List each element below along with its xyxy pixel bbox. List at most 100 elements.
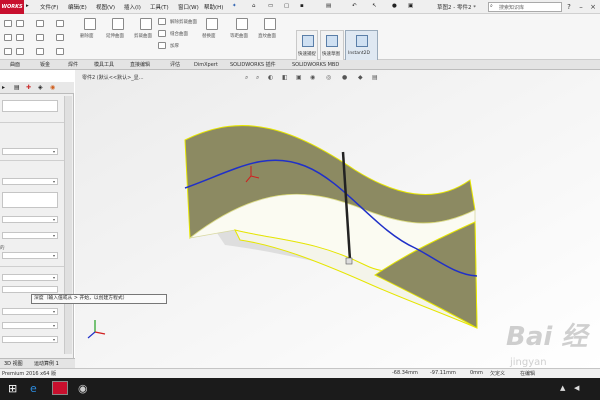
- undo-icon[interactable]: ↶: [352, 3, 357, 9]
- tab-direct-editing[interactable]: 直接编辑: [128, 61, 152, 70]
- surface-tool-icon[interactable]: [56, 34, 64, 41]
- panel-dropdown[interactable]: ▾: [2, 336, 58, 343]
- surface-tool-icon[interactable]: [36, 48, 44, 55]
- new-file-icon[interactable]: ▭: [268, 3, 273, 9]
- tab-weldments[interactable]: 焊件: [66, 61, 80, 70]
- previous-view-icon[interactable]: ◐: [268, 74, 273, 81]
- delete-face-icon[interactable]: [84, 18, 96, 30]
- menu-file[interactable]: 文件(F): [40, 3, 58, 11]
- panel-dropdown[interactable]: ▾: [2, 274, 58, 281]
- tab-dimxpert[interactable]: DimXpert: [192, 61, 220, 70]
- save-icon[interactable]: ▪: [300, 3, 304, 9]
- offset-surface-icon[interactable]: [236, 18, 248, 30]
- chevron-down-icon: ▾: [52, 309, 55, 314]
- edge-browser-icon[interactable]: e: [30, 382, 37, 395]
- tab-3d-view[interactable]: 3D 视图: [4, 360, 23, 367]
- chevron-down-icon: ▾: [52, 179, 55, 184]
- panel-dropdown[interactable]: ▾: [2, 308, 58, 315]
- baidu-watermark-sub: jingyan: [510, 357, 547, 368]
- depth-field[interactable]: [2, 286, 58, 293]
- surface-tool-icon[interactable]: [56, 48, 64, 55]
- menu-view[interactable]: 视图(V): [96, 3, 115, 11]
- panel-dropdown[interactable]: ▾: [2, 178, 58, 185]
- zoom-area-icon[interactable]: ⌕: [256, 74, 259, 82]
- surface-tool-icon[interactable]: [16, 20, 24, 27]
- replace-face-icon[interactable]: [206, 18, 218, 30]
- menu-help[interactable]: 帮助(H): [204, 3, 223, 11]
- windows-taskbar: ⊞ e ◉ ▲ ◀: [0, 378, 600, 400]
- ruled-surface-icon[interactable]: [264, 18, 276, 30]
- panel-dropdown[interactable]: ▾: [2, 322, 58, 329]
- chevron-down-icon: ▾: [52, 149, 55, 154]
- surface-tool-icon[interactable]: [36, 34, 44, 41]
- surface-tool-icon[interactable]: [4, 48, 12, 55]
- menu-window[interactable]: 窗口(W): [178, 3, 199, 11]
- tray-icon[interactable]: ▲: [560, 384, 565, 392]
- trim-surface-icon[interactable]: [140, 18, 152, 30]
- tab-solidworks-addins[interactable]: SOLIDWORKS 插件: [228, 61, 278, 70]
- menu-edit[interactable]: 编辑(E): [68, 3, 87, 11]
- tab-surface[interactable]: 曲面: [8, 61, 22, 70]
- panel-dropdown[interactable]: ▾: [2, 148, 58, 155]
- chevron-down-icon: ▾: [52, 275, 55, 280]
- volume-icon[interactable]: ◀: [574, 384, 579, 392]
- surface-tool-icon[interactable]: [4, 20, 12, 27]
- menu-tools[interactable]: 工具(T): [150, 3, 169, 11]
- minimize-icon[interactable]: –: [576, 2, 586, 12]
- knit-surface-icon[interactable]: [158, 30, 166, 37]
- surface-tool-icon[interactable]: [4, 34, 12, 41]
- display-manager-icon[interactable]: ◉: [50, 84, 55, 91]
- untrim-surface-icon[interactable]: [158, 18, 166, 25]
- surface-tool-icon[interactable]: [36, 20, 44, 27]
- edition-label: Premium 2016 x64 版: [2, 371, 57, 377]
- options-icon[interactable]: ▣: [408, 3, 413, 9]
- section-view-icon[interactable]: ◧: [282, 74, 288, 81]
- surface-tool-icon[interactable]: [16, 34, 24, 41]
- configuration-manager-icon[interactable]: ✚: [26, 84, 31, 91]
- pin-icon[interactable]: ✦: [232, 3, 237, 9]
- rebuild-icon[interactable]: ●: [392, 3, 397, 9]
- windows-start-icon[interactable]: ⊞: [8, 382, 17, 395]
- tab-evaluate[interactable]: 评估: [168, 61, 182, 70]
- selection-box[interactable]: [2, 192, 58, 208]
- hide-show-icon[interactable]: ◎: [326, 74, 331, 81]
- menu-insert[interactable]: 插入(I): [124, 3, 141, 11]
- open-file-icon[interactable]: ▢: [284, 3, 289, 9]
- chevron-down-icon: ▾: [52, 233, 55, 238]
- dimxpert-manager-icon[interactable]: ◈: [38, 84, 43, 91]
- view-orientation-icon[interactable]: ▣: [296, 74, 302, 81]
- feature-tree-breadcrumb[interactable]: 零件2 (默认<<默认>_显...: [82, 74, 144, 81]
- select-arrow-icon[interactable]: ↖: [372, 3, 377, 9]
- tab-sheetmetal[interactable]: 钣金: [38, 61, 52, 70]
- panel-scrollbar[interactable]: [64, 96, 72, 354]
- panel-dropdown[interactable]: ▾: [2, 232, 58, 239]
- panel-field[interactable]: [2, 100, 58, 112]
- tab-solidworks-mbd[interactable]: SOLIDWORKS MBD: [290, 61, 341, 70]
- close-icon[interactable]: ×: [588, 2, 598, 12]
- chevron-down-icon: ▾: [52, 337, 55, 342]
- print-icon[interactable]: ▤: [326, 3, 331, 9]
- extend-surface-icon[interactable]: [112, 18, 124, 30]
- tab-motion-study[interactable]: 运动算例 1: [34, 360, 59, 367]
- zoom-fit-icon[interactable]: ⌕: [245, 74, 248, 82]
- view-settings-icon[interactable]: ▤: [372, 74, 378, 81]
- panel-separator: [0, 160, 64, 161]
- command-manager-ribbon: 删除面 延伸曲面 剪裁曲面 解除剪裁曲面 缝合曲面 加厚 替换面 等距曲面 直纹…: [0, 14, 600, 68]
- property-manager-icon[interactable]: ▤: [14, 84, 20, 91]
- help-icon[interactable]: ?: [564, 2, 574, 12]
- surface-tool-icon[interactable]: [56, 20, 64, 27]
- appearance-icon[interactable]: ●: [342, 74, 347, 81]
- thicken-icon[interactable]: [158, 42, 166, 49]
- surface-tool-icon[interactable]: [16, 48, 24, 55]
- media-player-icon[interactable]: ◉: [78, 382, 88, 395]
- home-icon[interactable]: ⌂: [252, 3, 256, 9]
- tab-mold-tools[interactable]: 模具工具: [92, 61, 116, 70]
- display-style-icon[interactable]: ◉: [310, 74, 315, 81]
- scene-icon[interactable]: ◆: [358, 74, 363, 81]
- panel-dropdown[interactable]: ▾: [2, 252, 58, 259]
- knit-surface-label: 缝合曲面: [170, 32, 188, 37]
- solidworks-taskbar-icon[interactable]: [52, 381, 68, 395]
- feature-manager-icon[interactable]: ▸: [2, 84, 5, 91]
- nav-arrow-icon[interactable]: ▸: [26, 3, 29, 9]
- panel-dropdown[interactable]: ▾: [2, 216, 58, 223]
